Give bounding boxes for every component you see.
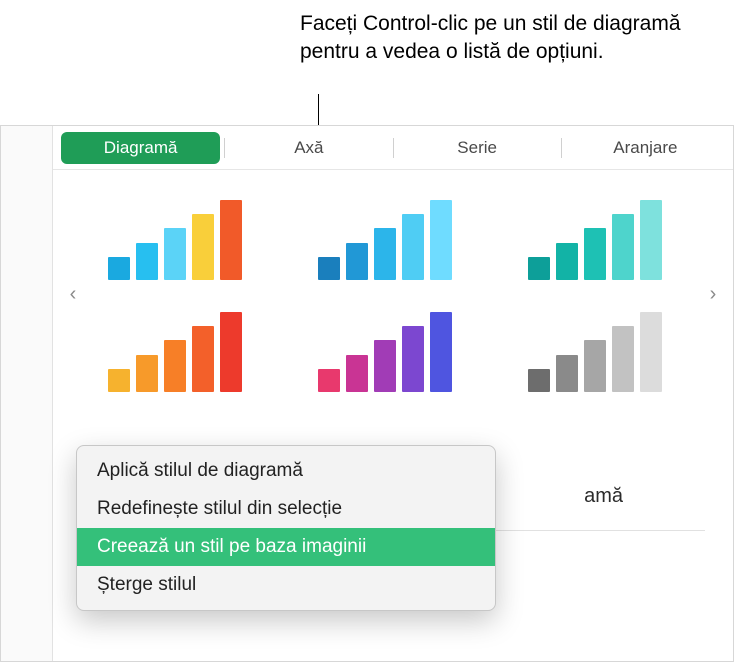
bar-icon	[612, 326, 634, 392]
callout-text: Faceți Control-clic pe un stil de diagra…	[300, 10, 720, 67]
bar-icon	[374, 340, 396, 392]
tab-chart[interactable]: Diagramă	[61, 132, 220, 164]
chart-style-thumb-2[interactable]	[305, 190, 465, 280]
bar-icon	[556, 355, 578, 392]
chart-style-thumb-6[interactable]	[515, 302, 675, 392]
tab-series[interactable]: Serie	[398, 132, 557, 164]
bar-icon	[220, 200, 242, 280]
bar-icon	[402, 326, 424, 392]
tab-separator	[393, 138, 394, 158]
bar-icon	[108, 369, 130, 392]
styles-prev-button[interactable]: ‹	[61, 280, 85, 308]
bar-icon	[136, 243, 158, 280]
menu-item-create-style[interactable]: Creează un stil pe baza imaginii	[77, 528, 495, 566]
chart-style-thumb-3[interactable]	[515, 190, 675, 280]
bar-icon	[318, 257, 340, 280]
bar-icon	[556, 243, 578, 280]
chart-style-thumb-5[interactable]	[305, 302, 465, 392]
menu-item-delete-style[interactable]: Șterge stilul	[77, 566, 495, 604]
bar-icon	[136, 355, 158, 392]
bar-icon	[612, 214, 634, 280]
bar-icon	[528, 257, 550, 280]
bar-icon	[640, 312, 662, 392]
menu-item-redefine-style[interactable]: Redefinește stilul din selecție	[77, 490, 495, 528]
bar-icon	[402, 214, 424, 280]
bar-icon	[640, 200, 662, 280]
menu-item-apply-style[interactable]: Aplică stilul de diagramă	[77, 452, 495, 490]
tab-arrange[interactable]: Aranjare	[566, 132, 725, 164]
chevron-left-icon: ‹	[70, 283, 77, 306]
bar-icon	[584, 340, 606, 392]
inspector-tabs: Diagramă Axă Serie Aranjare	[53, 126, 733, 170]
tab-axis[interactable]: Axă	[229, 132, 388, 164]
bar-icon	[108, 257, 130, 280]
chart-options-label-fragment: amă	[584, 485, 623, 508]
bar-icon	[192, 214, 214, 280]
bar-icon	[220, 312, 242, 392]
bar-icon	[192, 326, 214, 392]
bar-icon	[430, 200, 452, 280]
chevron-right-icon: ›	[710, 283, 717, 306]
chart-styles-grid	[95, 190, 691, 392]
chart-style-context-menu: Aplică stilul de diagramă Redefinește st…	[76, 445, 496, 611]
bar-icon	[164, 340, 186, 392]
tab-separator	[224, 138, 225, 158]
bar-icon	[430, 312, 452, 392]
styles-next-button[interactable]: ›	[701, 280, 725, 308]
bar-icon	[318, 369, 340, 392]
bar-icon	[346, 243, 368, 280]
chart-styles-area: ‹ › amă	[53, 170, 733, 402]
bar-icon	[528, 369, 550, 392]
tab-separator	[561, 138, 562, 158]
bar-icon	[346, 355, 368, 392]
chart-style-thumb-1[interactable]	[95, 190, 255, 280]
bar-icon	[374, 228, 396, 280]
bar-icon	[164, 228, 186, 280]
canvas-area	[1, 126, 53, 661]
bar-icon	[584, 228, 606, 280]
chart-style-thumb-4[interactable]	[95, 302, 255, 392]
